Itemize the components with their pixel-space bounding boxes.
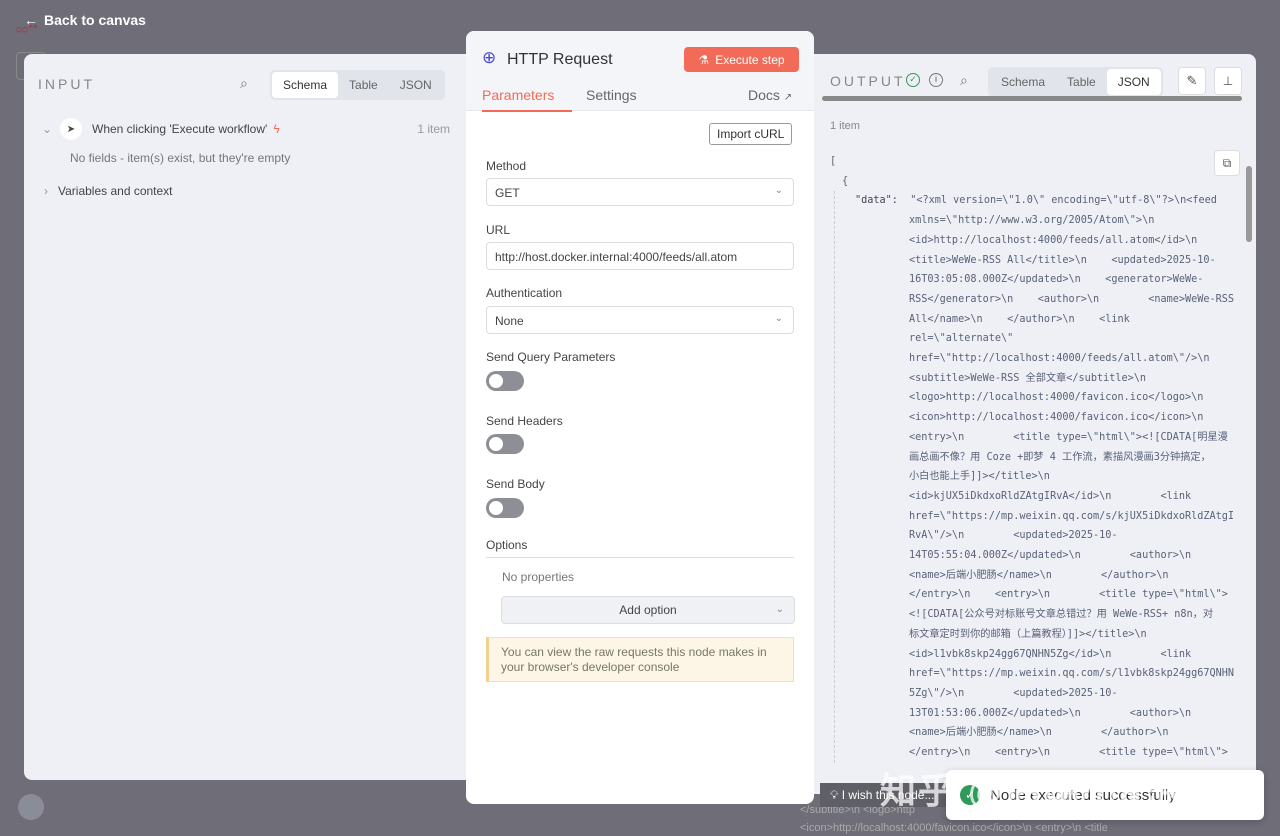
json-line: RSS</generator>\n <author>\n <name>WeWe-… bbox=[909, 293, 1235, 305]
json-line: 画总画不像？用 Coze +即梦 4 工作流，素描风漫画3分钟搞定， bbox=[909, 451, 1211, 463]
json-line: <name>后端小肥肠</name>\n </author>\n bbox=[909, 727, 1169, 739]
options-label: Options bbox=[486, 538, 794, 558]
tab-settings[interactable]: Settings bbox=[586, 87, 637, 103]
edit-pencil-icon[interactable]: ✎ bbox=[1178, 67, 1206, 95]
json-line: 标文章定时到你的邮箱（上篇教程）]]></title>\n bbox=[909, 628, 1147, 640]
json-line: href=\"https://mp.weixin.qq.com/s/l1vbk8… bbox=[909, 668, 1235, 680]
json-line: <name>后端小肥肠</name>\n </author>\n bbox=[909, 569, 1169, 581]
background-json-text: <icon>http://localhost:4000/favicon.ico<… bbox=[800, 822, 1108, 834]
input-view-switch: Schema Table JSON bbox=[270, 70, 445, 100]
json-line: rel=\"alternate\" bbox=[909, 333, 1014, 345]
send-body-label: Send Body bbox=[486, 477, 545, 491]
json-line: <id>http://localhost:4000/feeds/all.atom… bbox=[909, 234, 1198, 246]
json-line: "data": "<?xml version=\"1.0\" encoding=… bbox=[855, 195, 1217, 207]
json-line: </entry>\n <entry>\n <title type=\"html\… bbox=[909, 747, 1228, 759]
chevron-down-icon: ⌄ bbox=[775, 604, 784, 615]
docs-link[interactable]: Docs ↗ bbox=[748, 87, 792, 103]
send-headers-toggle[interactable] bbox=[486, 434, 524, 454]
globe-icon: ⊕ bbox=[482, 48, 497, 67]
json-line: All</name>\n </author>\n <link bbox=[909, 313, 1130, 325]
developer-console-notice: You can view the raw requests this node … bbox=[486, 637, 794, 682]
json-line: <title>WeWe-RSS All</title>\n <updated>2… bbox=[909, 254, 1216, 266]
output-view-switch: Schema Table JSON bbox=[988, 67, 1163, 97]
send-body-toggle[interactable] bbox=[486, 498, 524, 518]
watermark: 知乎 @后端小肥肠 bbox=[880, 770, 1196, 811]
view-table[interactable]: Table bbox=[1056, 69, 1107, 95]
json-line: </entry>\n <entry>\n <title type=\"html\… bbox=[909, 589, 1228, 601]
import-curl-button[interactable]: Import cURL bbox=[709, 123, 793, 145]
json-line: <![CDATA[公众号对标账号文章总错过？用 WeWe-RSS+ n8n，对 bbox=[909, 609, 1214, 621]
json-line: RvA\"/>\n <updated>2025-10- bbox=[909, 530, 1118, 542]
chevron-down-icon: ⌄ bbox=[774, 185, 783, 196]
horizontal-scrollbar[interactable] bbox=[822, 96, 1242, 101]
input-panel: INPUT ⌕ Schema Table JSON ⌄ ➤ When click… bbox=[24, 54, 484, 780]
chevron-down-icon: ⌄ bbox=[774, 313, 783, 324]
search-icon[interactable]: ⌕ bbox=[240, 75, 248, 92]
empty-message: No fields - item(s) exist, but they're e… bbox=[70, 151, 291, 165]
json-line: <id>l1vbk8skp24gg67QNHN5Zg</id>\n <link bbox=[909, 648, 1192, 660]
input-title: INPUT bbox=[38, 76, 95, 92]
send-query-label: Send Query Parameters bbox=[486, 350, 616, 364]
json-line: 14T05:55:04.000Z</updated>\n <author>\n bbox=[909, 550, 1192, 562]
view-json[interactable]: JSON bbox=[389, 72, 443, 98]
json-line: 5Zg\"/>\n <updated>2025-10- bbox=[909, 687, 1118, 699]
json-line: <entry>\n <title type=\"html\"><![CDATA[… bbox=[909, 431, 1228, 443]
lightning-icon: ϟ bbox=[273, 122, 280, 136]
execute-step-button[interactable]: ⚗ Execute step bbox=[684, 47, 799, 72]
node-settings-panel: ⊕ HTTP Request ⚗ Execute step Parameters … bbox=[466, 31, 814, 804]
json-line: <logo>http://localhost:4000/favicon.ico<… bbox=[909, 392, 1204, 404]
variables-context-toggle[interactable]: › Variables and context bbox=[44, 184, 173, 198]
external-link-icon: ↗ bbox=[783, 92, 793, 103]
send-query-toggle[interactable] bbox=[486, 371, 524, 391]
view-table[interactable]: Table bbox=[338, 72, 389, 98]
success-check-icon: ✓ bbox=[906, 73, 920, 87]
trigger-node-row[interactable]: ⌄ ➤ When clicking 'Execute workflow' ϟ 1… bbox=[42, 118, 450, 140]
avatar[interactable] bbox=[18, 794, 44, 820]
json-line: <subtitle>WeWe-RSS 全部文章</subtitle>\n bbox=[909, 372, 1147, 384]
cursor-icon: ➤ bbox=[60, 118, 82, 140]
url-label: URL bbox=[486, 223, 511, 237]
arrow-left-icon: ← bbox=[24, 12, 38, 28]
back-to-canvas-button[interactable]: ← Back to canvas bbox=[24, 12, 146, 28]
node-title: HTTP Request bbox=[507, 51, 613, 68]
chevron-right-icon: › bbox=[44, 184, 48, 198]
view-json[interactable]: JSON bbox=[1106, 69, 1161, 95]
method-select[interactable]: GET ⌄ bbox=[486, 178, 794, 206]
vertical-scrollbar[interactable] bbox=[1246, 166, 1252, 242]
output-panel: OUTPUT ✓ i ⌕ Schema Table JSON ✎ ⊥ 1 ite… bbox=[800, 54, 1256, 794]
flask-icon: ⚗ bbox=[698, 52, 710, 67]
authentication-label: Authentication bbox=[486, 286, 563, 300]
search-icon[interactable]: ⌕ bbox=[960, 72, 968, 89]
json-line: href=\"http://localhost:4000/feeds/all.a… bbox=[909, 353, 1210, 365]
json-line: 13T01:53:06.000Z</updated>\n <author>\n bbox=[909, 707, 1192, 719]
json-line: 16T03:05:08.000Z</updated>\n <generator>… bbox=[909, 274, 1204, 286]
item-count: 1 item bbox=[830, 120, 860, 132]
url-input[interactable]: http://host.docker.internal:4000/feeds/a… bbox=[486, 242, 794, 270]
output-title: OUTPUT bbox=[830, 73, 906, 89]
json-line: 小白也能上手]]></title>\n bbox=[909, 471, 1050, 483]
view-schema[interactable]: Schema bbox=[990, 69, 1056, 95]
lightbulb-icon: 💡︎ bbox=[830, 788, 839, 802]
view-schema[interactable]: Schema bbox=[272, 72, 339, 98]
authentication-select[interactable]: None ⌄ bbox=[486, 306, 794, 334]
info-icon[interactable]: i bbox=[929, 73, 943, 87]
method-label: Method bbox=[486, 159, 527, 173]
json-viewer: [ { "data": "<?xml version=\"1.0\" encod… bbox=[830, 152, 1242, 763]
chevron-down-icon: ⌄ bbox=[42, 122, 53, 136]
json-line: <icon>http://localhost:4000/favicon.ico<… bbox=[909, 412, 1204, 424]
tab-parameters[interactable]: Parameters bbox=[482, 87, 572, 112]
json-line: href=\"https://mp.weixin.qq.com/s/kjUX5i… bbox=[909, 510, 1235, 522]
send-headers-label: Send Headers bbox=[486, 414, 563, 428]
add-option-select[interactable]: Add option ⌄ bbox=[501, 596, 795, 624]
no-properties: No properties bbox=[502, 570, 575, 584]
pin-icon[interactable]: ⊥ bbox=[1214, 67, 1242, 95]
json-line: <id>kjUX5iDkdxoRldZAtgIRvA</id>\n <link bbox=[909, 490, 1192, 502]
json-line: xmlns=\"http://www.w3.org/2005/Atom\">\n bbox=[909, 215, 1155, 227]
